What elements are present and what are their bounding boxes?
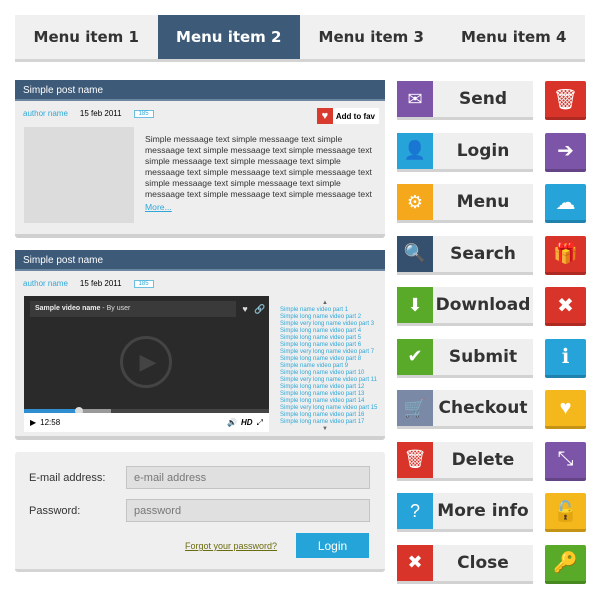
button-label: Search [450,243,516,264]
playlist-item[interactable]: Simple long name video part 8 [280,356,377,363]
download-button[interactable]: ⬇ Download [397,287,533,326]
user-icon: 👤 [397,132,433,169]
info-icon-button[interactable]: ℹ [545,338,586,378]
envelope-icon: ✉ [397,81,433,117]
video-author: - By user [100,305,131,312]
playlist-item[interactable]: Simple very long name video part 7 [280,349,377,356]
play-button[interactable]: ▶ [30,418,36,427]
playlist-item[interactable]: Simple long name video part 2 [280,314,377,321]
menu-bar: Menu item 1 Menu item 2 Menu item 3 Menu… [15,15,585,62]
submit-button[interactable]: ✔ Submit [397,338,533,378]
playlist-item[interactable]: Simple long name video part 17 [280,419,377,426]
checkout-button[interactable]: 🛒 Checkout [397,390,533,429]
login-button[interactable]: 👤 Login [397,132,533,172]
button-label: Close [457,552,509,573]
playlist-item[interactable]: Simple long name video part 6 [280,342,377,349]
email-field[interactable] [126,466,370,489]
link-icon[interactable]: 🔗 [253,301,267,317]
menu-button[interactable]: ⚙ Menu [397,184,533,223]
menu-item-4[interactable]: Menu item 4 [443,15,586,59]
cloud-upload-icon-button[interactable]: ☁ [545,184,586,223]
email-label: E-mail address: [29,472,106,484]
trash-icon: 🗑 [397,441,433,478]
playlist-item[interactable]: Simple name video part 1 [280,307,377,314]
post-date: 15 feb 2011 [79,109,122,118]
send-button[interactable]: ✉ Send [397,81,533,120]
search-icon: 🔍 [397,235,433,272]
author-link[interactable]: author name [23,279,68,288]
button-label: Checkout [438,398,528,418]
trash-icon-button[interactable]: 🗑 [545,81,586,120]
author-link[interactable]: author name [23,109,68,118]
comment-count[interactable]: 185 [133,279,154,288]
scroll-up-icon[interactable]: ▲ [280,300,370,307]
playlist-item[interactable]: Simple very long name video part 15 [280,405,377,412]
post-card: Simple post name author name 15 feb 2011… [15,80,385,238]
button-label: More info [437,501,529,521]
close-icon-button[interactable]: ✖ [545,287,586,326]
fav-label: Add to fav [335,111,375,121]
password-label: Password: [29,505,81,517]
search-button[interactable]: 🔍 Search [397,235,533,275]
button-label: Delete [451,449,515,470]
login-button[interactable]: Login [296,533,369,558]
fullscreen-icon[interactable]: ⤢ [257,418,263,428]
password-field[interactable] [126,499,370,522]
scroll-down-icon[interactable]: ▼ [280,426,370,433]
question-icon: ? [397,493,433,529]
video-playlist: ▲ Simple name video part 1 Simple long na… [280,300,377,433]
heart-icon[interactable]: ♥ [238,301,252,317]
key-icon-button[interactable]: 🔑 [545,544,586,584]
menu-item-1[interactable]: Menu item 1 [15,15,158,59]
menu-item-2[interactable]: Menu item 2 [157,15,300,59]
playlist-item[interactable]: Simple name video part 9 [280,363,377,370]
playlist-item[interactable]: Simple long name video part 4 [280,328,377,335]
playlist-item[interactable]: Simple very long name video part 11 [280,377,377,384]
sign-in-icon-button[interactable]: ➔ [545,132,586,172]
gears-icon: ⚙ [397,184,433,220]
volume-icon[interactable]: 🔊 [227,418,237,427]
playlist-item[interactable]: Simple long name video part 13 [280,391,377,398]
comment-count[interactable]: 185 [133,109,154,118]
button-label: Send [458,89,508,109]
playlist-item[interactable]: Simple long name video part 16 [280,412,377,419]
playlist-item[interactable]: Simple very long name video part 3 [280,321,377,328]
video-player[interactable]: Sample video name - By user ♥ 🔗 ▶ ▶ 12:5… [24,296,269,432]
menu-item-3[interactable]: Menu item 3 [300,15,443,59]
download-icon: ⬇ [397,287,433,323]
close-icon: ✖ [397,544,433,581]
close-button[interactable]: ✖ Close [397,544,533,584]
check-icon: ✔ [397,338,433,375]
post-message: Simple messaage text simple messaage tex… [145,134,372,199]
play-icon[interactable]: ▶ [120,336,172,388]
playlist-item[interactable]: Simple long name video part 5 [280,335,377,342]
gift-icon-button[interactable]: 🎁 [545,235,586,275]
button-label: Login [456,140,510,161]
video-title: Sample video name [35,305,101,312]
add-to-fav-button[interactable]: ♥ Add to fav [316,108,379,124]
login-form: E-mail address: Password: Forgot your pa… [15,452,385,572]
button-label: Menu [456,192,510,212]
heart-icon: ♥ [316,108,333,124]
button-label: Download [435,295,531,315]
playlist-item[interactable]: Simple long name video part 14 [280,398,377,405]
video-time: 12:58 [40,418,61,427]
playlist-item[interactable]: Simple long name video part 10 [280,370,377,377]
expand-icon-button[interactable]: ⤡ [545,441,586,481]
lock-icon-button[interactable]: 🔓 [545,493,586,532]
video-post-card: Simple post name author name 15 feb 2011… [15,250,385,440]
hd-toggle[interactable]: HD [241,418,253,427]
cart-icon: 🛒 [397,390,433,426]
post-title: Simple post name [15,80,385,101]
post-title: Simple post name [15,250,385,271]
button-label: Submit [448,346,518,367]
forgot-password-link[interactable]: Forgot your password? [185,541,277,551]
post-date: 15 feb 2011 [79,279,122,288]
more-info-button[interactable]: ? More info [397,493,533,532]
post-image-placeholder [24,127,134,223]
heart-icon-button[interactable]: ♥ [545,390,586,429]
more-link[interactable]: More... [145,202,375,213]
delete-button[interactable]: 🗑 Delete [397,441,533,481]
playlist-item[interactable]: Simple long name video part 12 [280,384,377,391]
